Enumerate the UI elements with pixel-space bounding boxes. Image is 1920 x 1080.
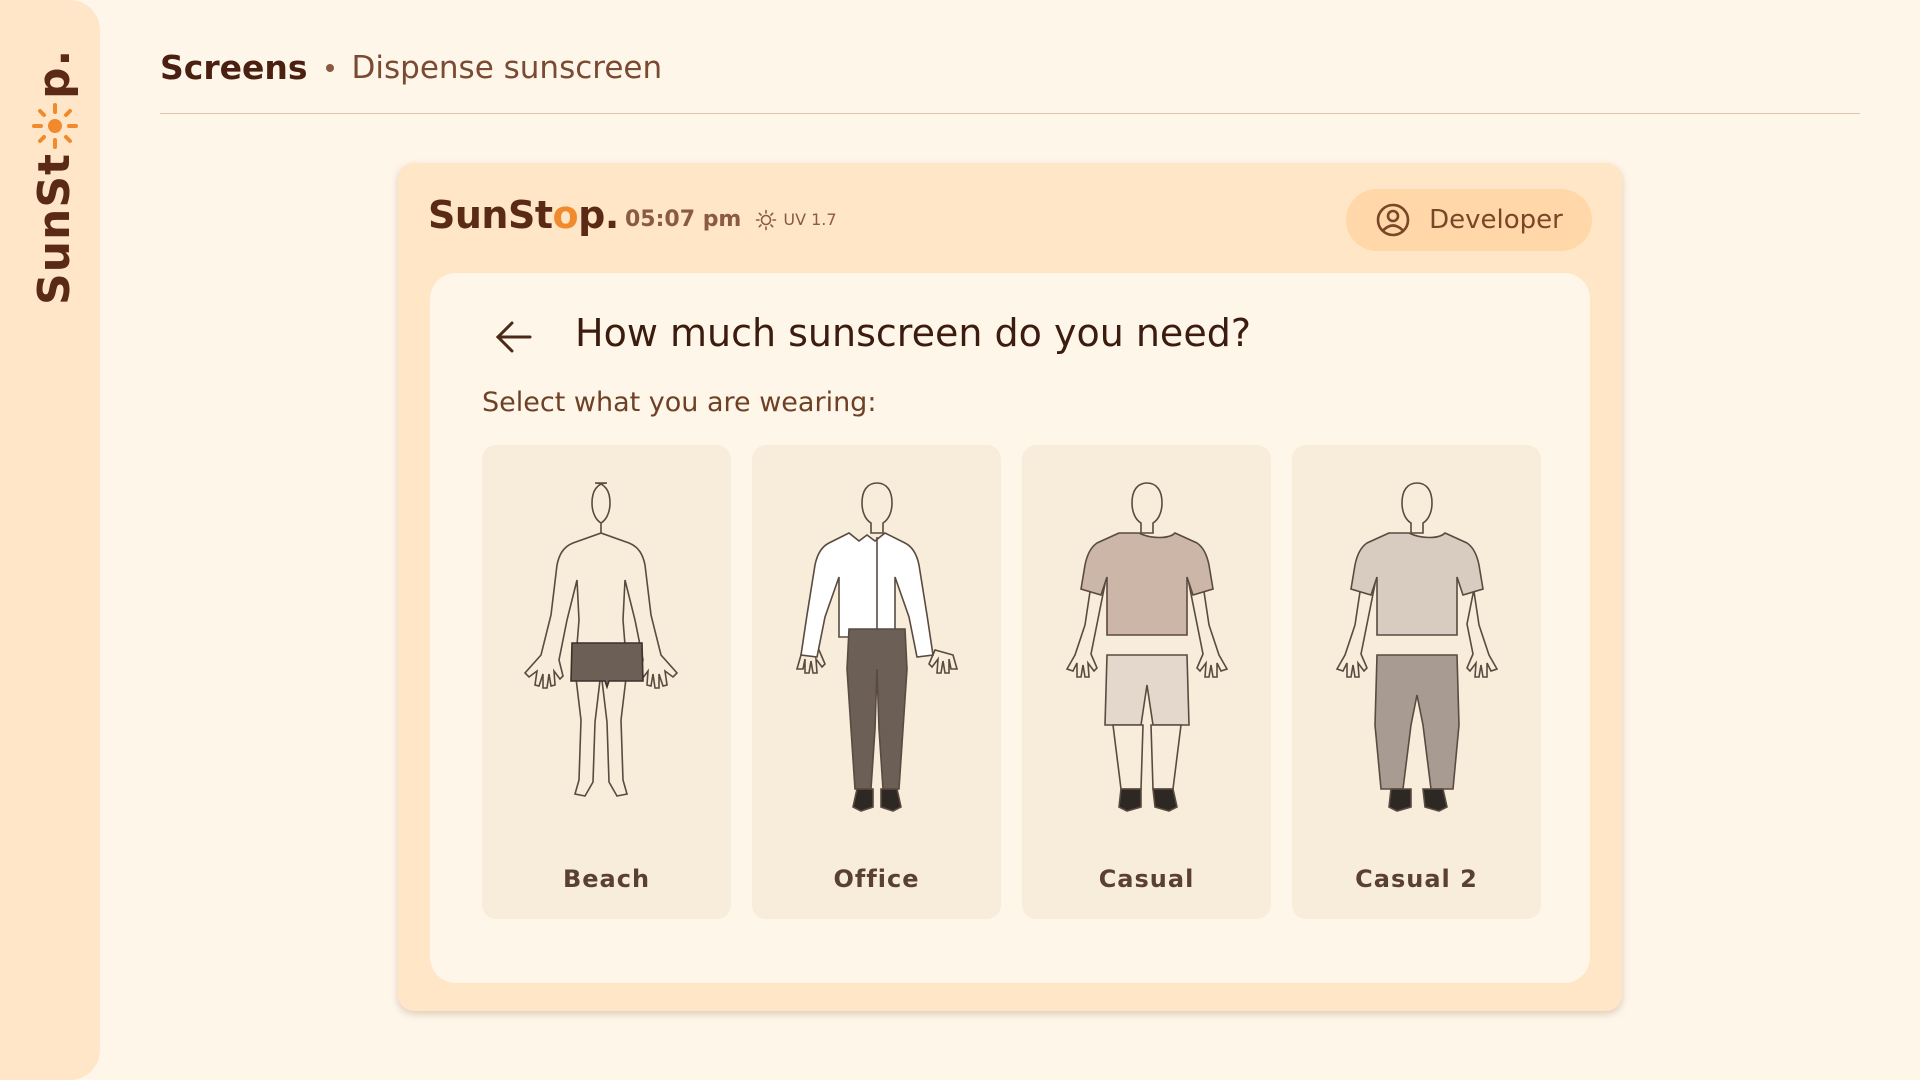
logo-prefix: SunSt <box>428 193 553 237</box>
header-divider <box>160 113 1860 114</box>
option-office[interactable]: Office <box>752 445 1001 919</box>
option-casual[interactable]: Casual <box>1022 445 1271 919</box>
option-beach[interactable]: Beach <box>482 445 731 919</box>
breadcrumb-separator <box>325 63 334 72</box>
logo-suffix: p. <box>578 193 619 237</box>
clothing-options: Beach Office Casual Casual 2 <box>482 445 1541 919</box>
casual-figure-illustration <box>1065 482 1229 812</box>
content-panel: How much sunscreen do you need? Select w… <box>430 273 1590 983</box>
app-logo: SunStop. <box>428 193 619 237</box>
page-subtitle: Select what you are wearing: <box>482 387 877 418</box>
clock-time: 05:07 pm <box>625 207 742 232</box>
brand-rail: SunSt p. <box>0 0 100 1080</box>
rail-brand-logo: SunSt p. <box>29 49 80 305</box>
breadcrumb-section[interactable]: Screens <box>160 48 308 87</box>
sun-icon <box>756 209 777 230</box>
developer-button[interactable]: Developer <box>1346 189 1592 251</box>
sun-icon <box>32 102 78 149</box>
beach-figure-illustration <box>523 482 679 797</box>
logo-o: o <box>552 193 579 237</box>
status-bar: 05:07 pm UV 1.7 <box>625 207 837 232</box>
user-circle-icon <box>1376 203 1410 237</box>
arrow-left-icon[interactable] <box>492 315 536 359</box>
casual-2-figure-illustration <box>1335 482 1499 812</box>
developer-button-label: Developer <box>1429 205 1563 235</box>
option-label: Beach <box>562 865 651 893</box>
breadcrumb: Screens Dispense sunscreen <box>160 48 662 87</box>
rail-brand-prefix: SunSt <box>29 152 80 305</box>
option-label: Casual 2 <box>1355 865 1478 893</box>
office-figure-illustration <box>795 482 959 812</box>
page-title: How much sunscreen do you need? <box>575 311 1251 355</box>
uv-indicator: UV 1.7 <box>755 209 837 231</box>
rail-brand-suffix: p. <box>29 48 80 99</box>
uv-value: UV 1.7 <box>783 210 837 229</box>
breadcrumb-page: Dispense sunscreen <box>351 49 663 86</box>
kiosk-screen: SunStop. 05:07 pm UV 1.7 Developer How m… <box>398 163 1622 1011</box>
option-label: Office <box>833 865 920 893</box>
option-label: Casual <box>1098 865 1195 893</box>
option-casual-2[interactable]: Casual 2 <box>1292 445 1541 919</box>
